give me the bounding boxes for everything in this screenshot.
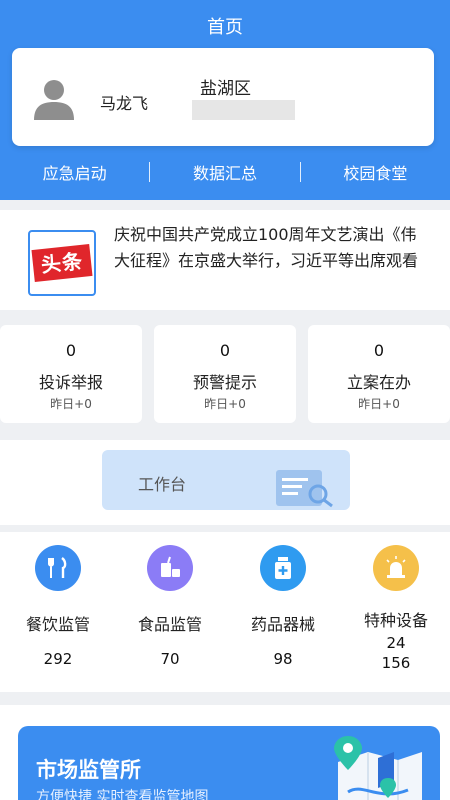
module-food[interactable]: 食品监管 70 [120, 545, 220, 669]
stat-label: 预警提示 [192, 373, 257, 392]
map-pin-icon [334, 736, 422, 800]
fork-knife-icon [35, 545, 81, 591]
stat-card-complaints[interactable]: 0 投诉举报 昨日+0 [0, 325, 142, 423]
module-label: 特种设备 [363, 611, 428, 630]
headline-badge-icon: 头条 [28, 230, 96, 296]
module-medicine[interactable]: 药品器械 98 [233, 545, 333, 669]
module-special-equipment[interactable]: 特种设备 24 156 [346, 545, 446, 673]
user-name: 马龙飞 [100, 94, 149, 113]
module-count: 24 [386, 634, 406, 652]
stat-value: 0 [373, 341, 385, 360]
module-label: 餐饮监管 [25, 615, 90, 634]
stat-label: 投诉举报 [38, 373, 103, 392]
quick-nav: 应急启动 数据汇总 校园食堂 [0, 155, 450, 189]
district-subtitle-placeholder [192, 100, 295, 120]
module-count: 70 [160, 650, 180, 668]
stat-yesterday: 昨日+0 [50, 397, 92, 411]
stat-card-cases[interactable]: 0 立案在办 昨日+0 [308, 325, 450, 423]
quick-nav-emergency[interactable]: 应急启动 [0, 160, 149, 184]
alarm-light-icon [373, 545, 419, 591]
district-name: 盐湖区 [200, 79, 251, 99]
document-search-icon [276, 470, 333, 508]
market-supervision-banner[interactable]: 市场监管所 方便快捷 实时查看监管地图 [18, 726, 440, 800]
page-title: 首页 [207, 17, 243, 38]
module-count-secondary: 156 [381, 654, 411, 672]
stat-yesterday: 昨日+0 [358, 397, 400, 411]
headline-text[interactable]: 庆祝中国共产党成立100周年文艺演出《伟大征程》在京盛大举行，习近平等出席观看 [114, 222, 424, 274]
quick-nav-campus-canteen[interactable]: 校园食堂 [301, 160, 450, 184]
workbench-button[interactable]: 工作台 [102, 450, 350, 510]
stat-yesterday: 昨日+0 [204, 397, 246, 411]
quick-nav-data-summary[interactable]: 数据汇总 [150, 160, 299, 184]
stat-value: 0 [219, 341, 231, 360]
headline-badge-text: 头条 [31, 244, 93, 282]
module-catering[interactable]: 餐饮监管 292 [8, 545, 108, 669]
stat-card-warnings[interactable]: 0 预警提示 昨日+0 [154, 325, 296, 423]
avatar-icon [34, 80, 74, 120]
banner-title: 市场监管所 [36, 758, 141, 782]
profile-card[interactable]: 马龙飞 盐湖区 [12, 48, 434, 146]
module-label: 食品监管 [137, 615, 202, 634]
module-count: 292 [43, 650, 73, 668]
stat-value: 0 [65, 341, 77, 360]
module-count: 98 [273, 650, 293, 668]
stat-label: 立案在办 [346, 373, 411, 392]
workbench-label: 工作台 [138, 475, 187, 494]
banner-subtitle: 方便快捷 实时查看监管地图 [36, 789, 209, 800]
medicine-bottle-icon [260, 545, 306, 591]
module-label: 药品器械 [250, 615, 315, 634]
food-icon [147, 545, 193, 591]
